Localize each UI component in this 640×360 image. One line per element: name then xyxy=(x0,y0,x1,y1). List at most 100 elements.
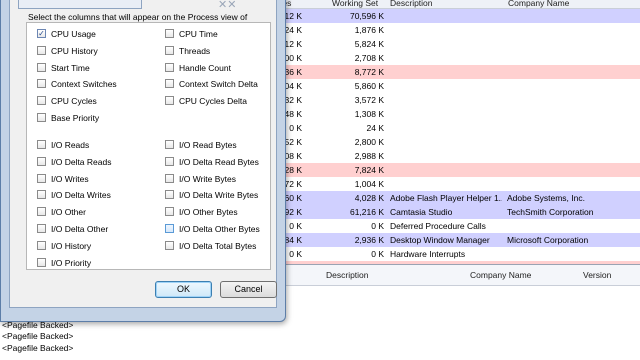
process-row[interactable]: 12 K 70,596 K xyxy=(240,9,640,23)
lower-column-description[interactable]: Description xyxy=(326,270,369,280)
column-option-label: I/O Delta Read Bytes xyxy=(179,156,259,167)
column-option-label: CPU Cycles xyxy=(51,96,97,107)
checkbox[interactable] xyxy=(165,140,174,149)
checkbox[interactable] xyxy=(37,190,46,200)
dialog-tab[interactable] xyxy=(18,0,142,9)
process-list[interactable]: 12 K 70,596 K 24 K 1,876 K 12 K 5,824 K 00 K 2,… xyxy=(240,9,640,275)
handle-row[interactable]: <Pagefile Backed> xyxy=(2,343,73,355)
checkbox[interactable] xyxy=(165,29,174,38)
column-option-label: I/O Delta Total Bytes xyxy=(179,240,257,251)
column-option-label: CPU History xyxy=(51,45,98,56)
working-set-cell: 70,596 K xyxy=(349,11,384,21)
select-columns-dialog: ✕✕ Select the columns that will appear o… xyxy=(0,0,286,322)
column-option-label: CPU Usage xyxy=(51,29,96,39)
description-cell: Deferred Procedure Calls xyxy=(390,221,486,231)
process-row[interactable]: 0 K0 K Hardware Interrupts xyxy=(240,247,640,261)
column-option-label: I/O Writes xyxy=(51,173,89,184)
column-option-label: Handle Count xyxy=(179,62,231,73)
process-row[interactable]: 12 K 5,824 K xyxy=(240,37,640,51)
working-set-cell: 3,572 K xyxy=(354,95,384,105)
lower-column-company-name[interactable]: Company Name xyxy=(470,270,531,280)
checkbox[interactable] xyxy=(165,240,174,250)
window-logo-icon: ✕✕ xyxy=(218,0,237,11)
checkbox[interactable] xyxy=(37,113,46,122)
column-header-company-name[interactable]: Company Name xyxy=(508,0,569,8)
checkbox[interactable] xyxy=(37,207,46,217)
checkbox[interactable]: ✓ xyxy=(37,29,46,38)
process-row[interactable]: 92 K 61,216 K Camtasia Studio TechSmith Cor… xyxy=(240,205,640,219)
description-cell: Camtasia Studio xyxy=(390,207,453,217)
working-set-cell: 1,876 K xyxy=(354,25,384,35)
checkbox[interactable] xyxy=(37,257,46,267)
process-row[interactable]: 28 K 7,824 K xyxy=(240,163,640,177)
column-option-label: Context Switch Delta xyxy=(179,79,258,90)
process-row[interactable]: 0 K0 K Deferred Procedure Calls xyxy=(240,219,640,233)
column-option-label: I/O Write Bytes xyxy=(179,173,236,184)
checkbox[interactable] xyxy=(37,224,46,233)
checkbox[interactable] xyxy=(37,62,46,72)
checkbox[interactable] xyxy=(165,156,174,166)
working-set-cell: 0 K xyxy=(371,249,384,259)
process-row[interactable]: 84 K 2,936 K Desktop Window Manager Microso… xyxy=(240,233,640,247)
column-header-working-set[interactable]: Working Set xyxy=(332,0,378,8)
process-row[interactable]: 60 K 4,028 K Adobe Flash Player Helper 1..… xyxy=(240,191,640,205)
process-row[interactable]: 52 K 2,800 K xyxy=(240,135,640,149)
column-header-description[interactable]: Description xyxy=(390,0,433,8)
company-cell: TechSmith Corporation xyxy=(507,207,594,217)
working-set-cell: 7,824 K xyxy=(354,165,384,175)
checkbox[interactable] xyxy=(37,79,46,89)
process-row[interactable]: 08 K 2,988 K xyxy=(240,149,640,163)
checkbox[interactable] xyxy=(165,173,174,183)
checkbox[interactable] xyxy=(37,140,46,149)
working-set-cell: 4,028 K xyxy=(354,193,384,203)
working-set-cell: 24 K xyxy=(366,123,385,133)
dialog-content: ✕✕ Select the columns that will appear o… xyxy=(9,0,277,308)
column-option-label: Context Switches xyxy=(51,79,117,90)
working-set-cell: 1,308 K xyxy=(354,109,384,119)
column-option-label: I/O Delta Writes xyxy=(51,190,111,201)
description-cell: Hardware Interrupts xyxy=(390,249,466,259)
checkbox[interactable] xyxy=(37,240,46,250)
cpu-columns-group: ✓ CPU Usage CPU Time CPU History Threads Star… xyxy=(26,22,271,138)
column-option-label: I/O Delta Reads xyxy=(51,156,112,167)
column-option-label: I/O Other xyxy=(51,207,86,218)
process-list-header: tes Working Set Description Company Name xyxy=(240,0,640,9)
column-option-label: I/O Delta Other xyxy=(51,224,109,234)
checkbox[interactable] xyxy=(165,207,174,217)
column-option-label: I/O Priority xyxy=(51,257,92,268)
checkbox[interactable] xyxy=(37,173,46,183)
company-cell: Adobe Systems, Inc. xyxy=(507,193,585,203)
checkbox[interactable] xyxy=(37,156,46,166)
checkbox[interactable] xyxy=(37,96,46,106)
column-option-label: Threads xyxy=(179,45,211,56)
handle-row[interactable]: <Pagefile Backed> xyxy=(2,331,73,343)
column-option-label: I/O Delta Other Bytes xyxy=(179,224,260,234)
checkbox[interactable] xyxy=(165,224,174,233)
company-cell: Microsoft Corporation xyxy=(507,235,589,245)
process-row[interactable]: 0 K 24 K xyxy=(240,121,640,135)
checkbox[interactable] xyxy=(165,96,174,106)
checkbox[interactable] xyxy=(165,62,174,72)
checkbox[interactable] xyxy=(37,45,46,55)
process-row[interactable]: 04 K 5,860 K xyxy=(240,79,640,93)
process-row[interactable]: 72 K 1,004 K xyxy=(240,177,640,191)
process-row[interactable]: 36 K 8,772 K xyxy=(240,65,640,79)
working-set-cell: 2,800 K xyxy=(354,137,384,147)
io-columns-group: I/O Reads I/O Read Bytes I/O Delta Reads I/… xyxy=(26,134,271,270)
column-option-label: I/O Delta Write Bytes xyxy=(179,190,259,201)
checkbox[interactable] xyxy=(165,79,174,89)
column-option-label: I/O Read Bytes xyxy=(179,140,237,150)
column-option-label: I/O Other Bytes xyxy=(179,207,238,218)
checkbox[interactable] xyxy=(165,45,174,55)
process-row[interactable]: 24 K 1,876 K xyxy=(240,23,640,37)
checkbox[interactable] xyxy=(165,190,174,200)
working-set-cell: 0 K xyxy=(371,221,384,231)
column-option-label: I/O Reads xyxy=(51,140,90,150)
process-row[interactable]: 00 K 2,708 K xyxy=(240,51,640,65)
ok-button[interactable]: OK xyxy=(155,281,212,298)
process-row[interactable]: 48 K 1,308 K xyxy=(240,107,640,121)
process-row[interactable]: 32 K 3,572 K xyxy=(240,93,640,107)
lower-column-version[interactable]: Version xyxy=(583,270,611,280)
working-set-cell: 1,004 K xyxy=(354,179,384,189)
cancel-button[interactable]: Cancel xyxy=(220,281,277,298)
